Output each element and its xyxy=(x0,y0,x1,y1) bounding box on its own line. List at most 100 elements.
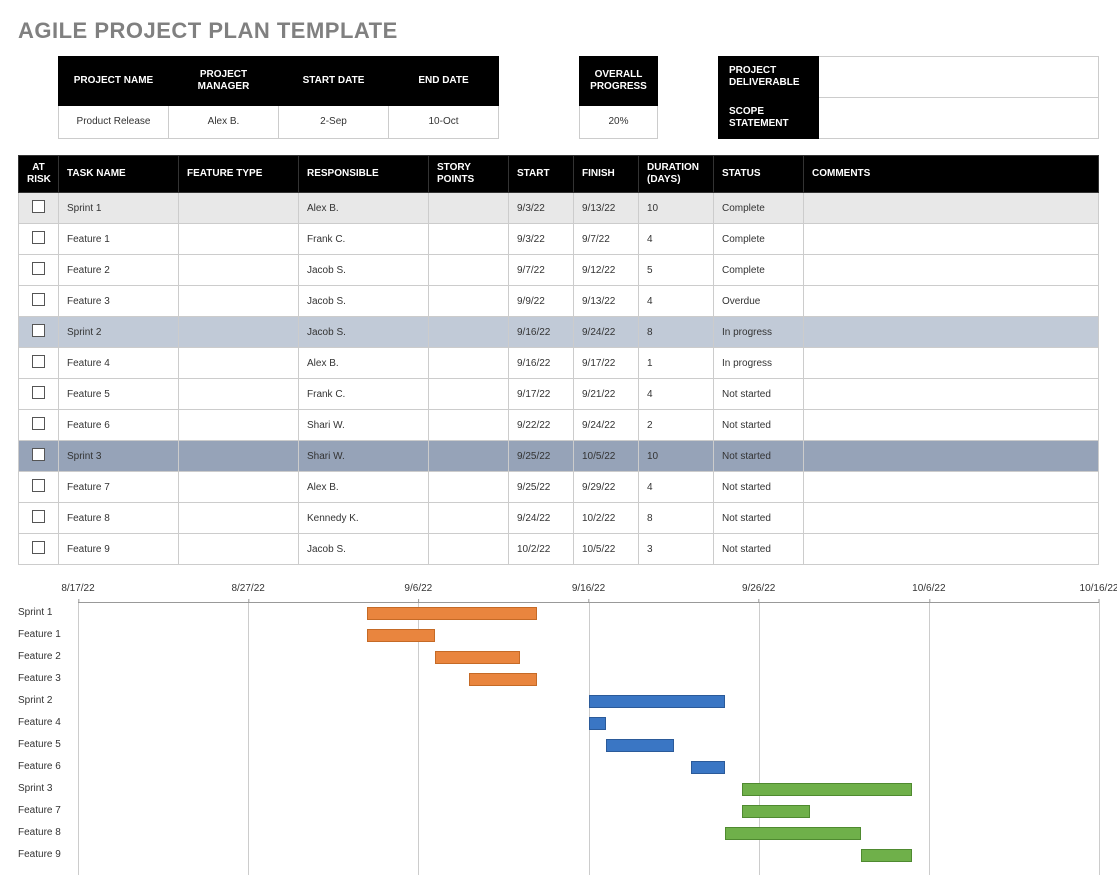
checkbox-icon[interactable] xyxy=(32,541,45,554)
checkbox-icon[interactable] xyxy=(32,262,45,275)
risk-cell[interactable] xyxy=(19,410,59,441)
finish-cell[interactable]: 9/29/22 xyxy=(574,472,639,503)
status-cell[interactable]: Not started xyxy=(714,503,804,534)
responsible-cell[interactable]: Kennedy K. xyxy=(299,503,429,534)
gantt-bar[interactable] xyxy=(742,783,912,796)
finish-cell[interactable]: 9/24/22 xyxy=(574,410,639,441)
task-name-cell[interactable]: Feature 9 xyxy=(59,534,179,565)
duration-cell[interactable]: 10 xyxy=(639,441,714,472)
task-name-cell[interactable]: Sprint 1 xyxy=(59,193,179,224)
status-cell[interactable]: Overdue xyxy=(714,286,804,317)
gantt-bar[interactable] xyxy=(589,717,606,730)
val-project-manager[interactable]: Alex B. xyxy=(169,105,279,138)
gantt-bar[interactable] xyxy=(589,695,725,708)
task-name-cell[interactable]: Feature 3 xyxy=(59,286,179,317)
risk-cell[interactable] xyxy=(19,348,59,379)
story-points-cell[interactable] xyxy=(429,410,509,441)
finish-cell[interactable]: 9/13/22 xyxy=(574,286,639,317)
start-cell[interactable]: 9/16/22 xyxy=(509,348,574,379)
task-name-cell[interactable]: Sprint 3 xyxy=(59,441,179,472)
feature-type-cell[interactable] xyxy=(179,193,299,224)
duration-cell[interactable]: 8 xyxy=(639,317,714,348)
finish-cell[interactable]: 10/2/22 xyxy=(574,503,639,534)
responsible-cell[interactable]: Jacob S. xyxy=(299,255,429,286)
checkbox-icon[interactable] xyxy=(32,231,45,244)
feature-type-cell[interactable] xyxy=(179,379,299,410)
val-progress[interactable]: 20% xyxy=(580,105,658,138)
status-cell[interactable]: Not started xyxy=(714,534,804,565)
task-name-cell[interactable]: Feature 8 xyxy=(59,503,179,534)
checkbox-icon[interactable] xyxy=(32,324,45,337)
risk-cell[interactable] xyxy=(19,534,59,565)
duration-cell[interactable]: 10 xyxy=(639,193,714,224)
feature-type-cell[interactable] xyxy=(179,348,299,379)
comments-cell[interactable] xyxy=(804,348,1099,379)
duration-cell[interactable]: 4 xyxy=(639,224,714,255)
task-name-cell[interactable]: Feature 1 xyxy=(59,224,179,255)
status-cell[interactable]: Complete xyxy=(714,255,804,286)
finish-cell[interactable]: 9/21/22 xyxy=(574,379,639,410)
duration-cell[interactable]: 3 xyxy=(639,534,714,565)
story-points-cell[interactable] xyxy=(429,503,509,534)
risk-cell[interactable] xyxy=(19,317,59,348)
duration-cell[interactable]: 2 xyxy=(639,410,714,441)
start-cell[interactable]: 9/17/22 xyxy=(509,379,574,410)
val-scope-statement[interactable] xyxy=(819,98,1099,139)
status-cell[interactable]: Not started xyxy=(714,379,804,410)
feature-type-cell[interactable] xyxy=(179,255,299,286)
checkbox-icon[interactable] xyxy=(32,293,45,306)
responsible-cell[interactable]: Frank C. xyxy=(299,379,429,410)
story-points-cell[interactable] xyxy=(429,286,509,317)
task-name-cell[interactable]: Feature 6 xyxy=(59,410,179,441)
comments-cell[interactable] xyxy=(804,503,1099,534)
responsible-cell[interactable]: Alex B. xyxy=(299,348,429,379)
start-cell[interactable]: 9/16/22 xyxy=(509,317,574,348)
status-cell[interactable]: In progress xyxy=(714,348,804,379)
comments-cell[interactable] xyxy=(804,472,1099,503)
duration-cell[interactable]: 4 xyxy=(639,379,714,410)
checkbox-icon[interactable] xyxy=(32,448,45,461)
gantt-bar[interactable] xyxy=(435,651,520,664)
checkbox-icon[interactable] xyxy=(32,200,45,213)
start-cell[interactable]: 9/24/22 xyxy=(509,503,574,534)
risk-cell[interactable] xyxy=(19,503,59,534)
checkbox-icon[interactable] xyxy=(32,355,45,368)
finish-cell[interactable]: 9/7/22 xyxy=(574,224,639,255)
finish-cell[interactable]: 10/5/22 xyxy=(574,441,639,472)
story-points-cell[interactable] xyxy=(429,348,509,379)
duration-cell[interactable]: 8 xyxy=(639,503,714,534)
gantt-bar[interactable] xyxy=(469,673,537,686)
finish-cell[interactable]: 9/12/22 xyxy=(574,255,639,286)
checkbox-icon[interactable] xyxy=(32,479,45,492)
story-points-cell[interactable] xyxy=(429,317,509,348)
feature-type-cell[interactable] xyxy=(179,503,299,534)
risk-cell[interactable] xyxy=(19,224,59,255)
duration-cell[interactable]: 5 xyxy=(639,255,714,286)
feature-type-cell[interactable] xyxy=(179,410,299,441)
gantt-bar[interactable] xyxy=(742,805,810,818)
start-cell[interactable]: 9/7/22 xyxy=(509,255,574,286)
comments-cell[interactable] xyxy=(804,286,1099,317)
finish-cell[interactable]: 9/17/22 xyxy=(574,348,639,379)
duration-cell[interactable]: 1 xyxy=(639,348,714,379)
start-cell[interactable]: 9/3/22 xyxy=(509,193,574,224)
status-cell[interactable]: Not started xyxy=(714,472,804,503)
duration-cell[interactable]: 4 xyxy=(639,472,714,503)
checkbox-icon[interactable] xyxy=(32,386,45,399)
feature-type-cell[interactable] xyxy=(179,441,299,472)
comments-cell[interactable] xyxy=(804,379,1099,410)
status-cell[interactable]: In progress xyxy=(714,317,804,348)
story-points-cell[interactable] xyxy=(429,193,509,224)
gantt-bar[interactable] xyxy=(606,739,674,752)
start-cell[interactable]: 9/25/22 xyxy=(509,472,574,503)
comments-cell[interactable] xyxy=(804,410,1099,441)
responsible-cell[interactable]: Jacob S. xyxy=(299,317,429,348)
finish-cell[interactable]: 9/24/22 xyxy=(574,317,639,348)
val-start-date[interactable]: 2-Sep xyxy=(279,105,389,138)
start-cell[interactable]: 9/25/22 xyxy=(509,441,574,472)
comments-cell[interactable] xyxy=(804,224,1099,255)
start-cell[interactable]: 10/2/22 xyxy=(509,534,574,565)
story-points-cell[interactable] xyxy=(429,441,509,472)
comments-cell[interactable] xyxy=(804,534,1099,565)
risk-cell[interactable] xyxy=(19,379,59,410)
